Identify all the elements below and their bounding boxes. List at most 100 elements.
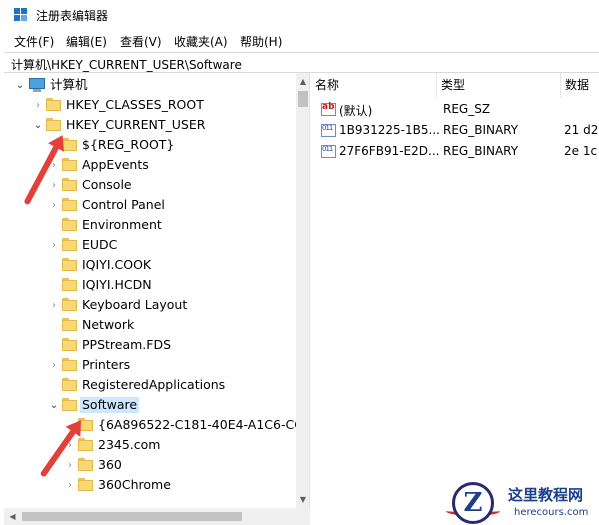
folder-icon: [62, 198, 77, 211]
menu-edit[interactable]: 编辑(E): [66, 33, 107, 50]
tree-node-2345[interactable]: › 2345.com: [4, 435, 294, 455]
address-path[interactable]: 计算机\HKEY_CURRENT_USER\Software: [11, 56, 242, 73]
tree-label: HKEY_CURRENT_USER: [66, 117, 206, 132]
menu-view[interactable]: 查看(V): [120, 33, 162, 50]
tree-node-eudc[interactable]: › EUDC: [4, 235, 294, 255]
scroll-left-icon[interactable]: ◀: [4, 508, 21, 525]
folder-icon: [78, 458, 93, 471]
chevron-down-icon[interactable]: ⌄: [48, 395, 60, 415]
value-row[interactable]: 1B931225-1B5... REG_BINARY 21 d2: [311, 120, 599, 141]
tree-label: Control Panel: [82, 197, 165, 212]
watermark-title: 这里教程网: [508, 486, 584, 504]
tree-label: AppEvents: [82, 157, 149, 172]
value-data: 21 d2: [564, 123, 599, 137]
chevron-down-icon[interactable]: ⌄: [14, 75, 26, 95]
folder-open-icon: [46, 118, 61, 131]
tree-node-reg-root[interactable]: ${REG_ROOT}: [4, 135, 294, 155]
chevron-right-icon[interactable]: ›: [64, 455, 76, 475]
tree-label: Printers: [82, 357, 131, 372]
tree-node-keyboard-layout[interactable]: › Keyboard Layout: [4, 295, 294, 315]
computer-icon: [28, 77, 46, 93]
tree-label: RegisteredApplications: [82, 377, 226, 392]
address-bar[interactable]: 计算机\HKEY_CURRENT_USER\Software: [4, 52, 599, 73]
site-watermark: Z 这里教程网 herecours.com: [446, 480, 599, 525]
tree-node-registered-applications[interactable]: RegisteredApplications: [4, 375, 294, 395]
chevron-right-icon[interactable]: ›: [48, 295, 60, 315]
folder-icon: [78, 478, 93, 491]
key-tree-pane[interactable]: ⌄ 计算机 › HKEY_CLASSES_ROOT ⌄ HKEY_CURRENT…: [4, 73, 310, 508]
menu-favorites[interactable]: 收藏夹(A): [174, 33, 228, 50]
folder-icon: [62, 378, 77, 391]
watermark-logo-icon: Z: [452, 482, 494, 524]
value-data: 2e 1c: [564, 144, 598, 158]
column-header-type[interactable]: 类型: [437, 73, 561, 98]
tree-node-iqiyi-hcdn[interactable]: IQIYI.HCDN: [4, 275, 294, 295]
chevron-right-icon[interactable]: ›: [48, 195, 60, 215]
tree-label: PPStream.FDS: [82, 337, 172, 352]
tree-label: 2345.com: [98, 437, 161, 452]
column-header-name[interactable]: 名称: [311, 73, 437, 98]
tree-label: Console: [82, 177, 132, 192]
menu-help[interactable]: 帮助(H): [240, 33, 282, 50]
scroll-thumb[interactable]: [298, 91, 308, 107]
tree-label: EUDC: [82, 237, 118, 252]
tree-node-environment[interactable]: Environment: [4, 215, 294, 235]
tree-label: IQIYI.COOK: [82, 257, 152, 272]
folder-icon: [62, 158, 77, 171]
folder-icon: [62, 358, 77, 371]
tree-node-360chrome[interactable]: › 360Chrome: [4, 475, 294, 495]
value-name: (默认): [339, 104, 373, 118]
binary-value-icon: [321, 145, 336, 158]
tree-label: 360: [98, 457, 122, 472]
tree-node-console[interactable]: › Console: [4, 175, 294, 195]
tree-node-printers[interactable]: › Printers: [4, 355, 294, 375]
tree-node-software[interactable]: ⌄ Software: [4, 395, 294, 415]
tree-node-network[interactable]: Network: [4, 315, 294, 335]
value-list-pane[interactable]: 名称 类型 数据 (默认) REG_SZ 1B931225-1B5... REG…: [311, 73, 599, 525]
tree-node-control-panel[interactable]: › Control Panel: [4, 195, 294, 215]
tree-node-iqiyi-cook[interactable]: IQIYI.COOK: [4, 255, 294, 275]
string-value-icon: [321, 102, 336, 116]
column-header-data[interactable]: 数据: [561, 73, 599, 98]
watermark-logo-letter: Z: [463, 488, 483, 518]
tree-node-ppstream[interactable]: PPStream.FDS: [4, 335, 294, 355]
tree-label: 360Chrome: [98, 477, 171, 492]
chevron-right-icon[interactable]: ›: [48, 175, 60, 195]
folder-open-icon: [62, 398, 77, 411]
chevron-right-icon[interactable]: ›: [64, 475, 76, 495]
menu-file[interactable]: 文件(F): [14, 33, 54, 50]
folder-icon: [62, 238, 77, 251]
chevron-right-icon[interactable]: ›: [32, 95, 44, 115]
watermark-url: herecours.com: [514, 507, 589, 518]
tree-vertical-scrollbar[interactable]: ▲ ▼: [296, 73, 309, 508]
value-row[interactable]: 27F6FB91-E2D... REG_BINARY 2e 1c: [311, 141, 599, 162]
tree-node-classes-root[interactable]: › HKEY_CLASSES_ROOT: [4, 95, 294, 115]
folder-icon: [62, 218, 77, 231]
folder-icon: [62, 258, 77, 271]
title-bar: 注册表编辑器: [0, 0, 599, 30]
tree-node-guid-key[interactable]: {6A896522-C181-40E4-A1C6-CCE7: [4, 415, 309, 435]
window-title: 注册表编辑器: [36, 9, 109, 23]
tree-label: HKEY_CLASSES_ROOT: [66, 97, 204, 112]
scroll-down-icon[interactable]: ▼: [296, 491, 309, 508]
value-type: REG_BINARY: [443, 144, 519, 158]
scroll-up-icon[interactable]: ▲: [296, 73, 309, 90]
value-row[interactable]: (默认) REG_SZ: [311, 99, 599, 120]
value-type: REG_BINARY: [443, 123, 519, 137]
tree-horizontal-scrollbar[interactable]: ◀: [4, 508, 310, 525]
tree-label: {6A896522-C181-40E4-A1C6-CCE7: [98, 417, 310, 432]
tree-node-current-user[interactable]: ⌄ HKEY_CURRENT_USER: [4, 115, 294, 135]
registry-editor-icon: [14, 8, 28, 22]
chevron-down-icon[interactable]: ⌄: [32, 115, 44, 135]
chevron-right-icon[interactable]: ›: [48, 235, 60, 255]
tree-node-computer[interactable]: ⌄ 计算机: [4, 75, 294, 95]
folder-icon: [46, 98, 61, 111]
tree-label: ${REG_ROOT}: [82, 137, 175, 152]
chevron-right-icon[interactable]: ›: [48, 355, 60, 375]
value-name: 27F6FB91-E2D...: [339, 144, 440, 158]
scroll-thumb[interactable]: [22, 512, 242, 521]
folder-icon: [62, 318, 77, 331]
tree-label: Environment: [82, 217, 162, 232]
value-name: 1B931225-1B5...: [339, 123, 440, 137]
folder-icon: [62, 278, 77, 291]
